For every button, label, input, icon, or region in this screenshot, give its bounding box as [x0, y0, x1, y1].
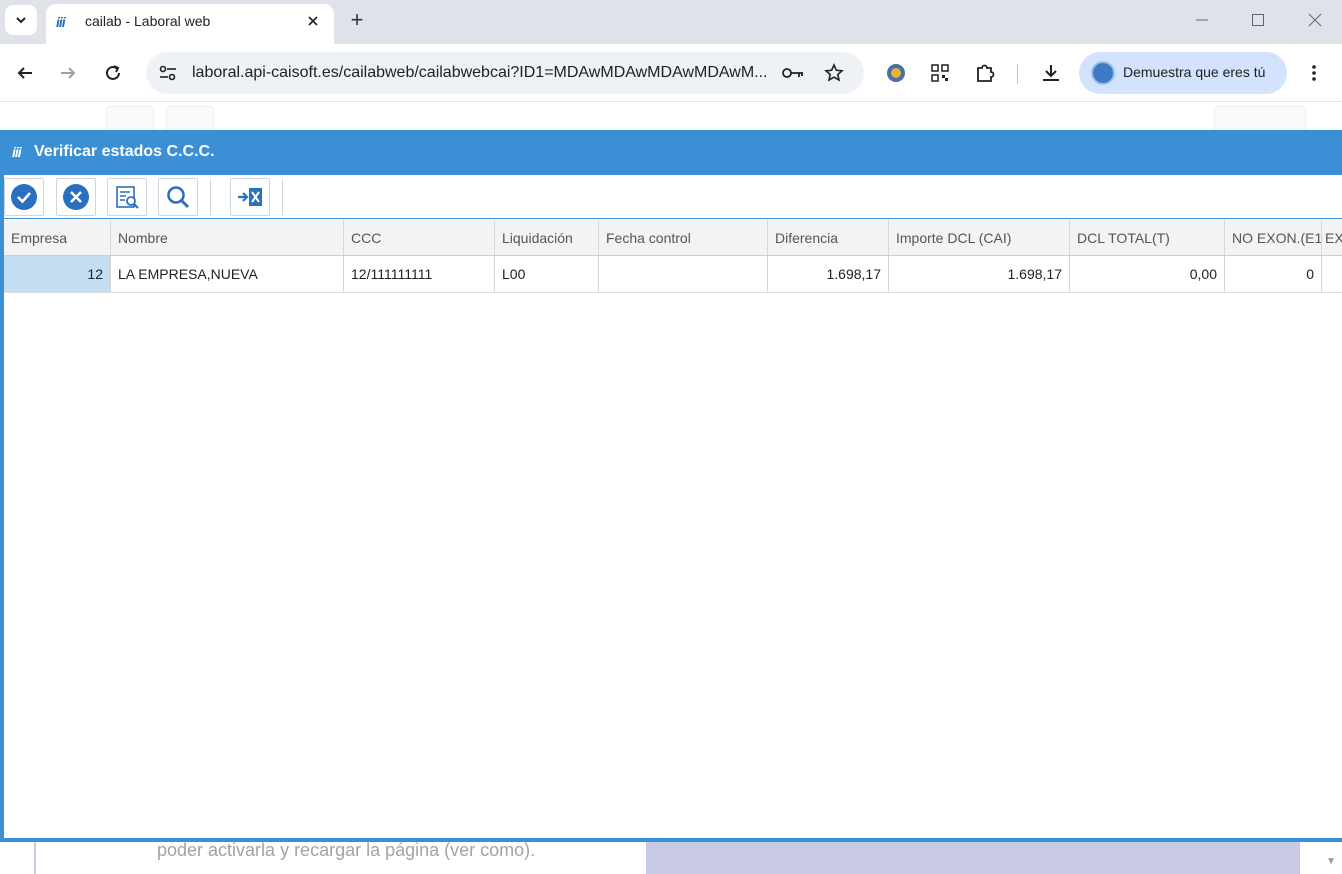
- tab-close-button[interactable]: [304, 12, 322, 30]
- search-icon: [167, 186, 190, 209]
- search-button[interactable]: [158, 178, 198, 216]
- column-header-dcl-total[interactable]: DCL TOTAL(T): [1070, 220, 1225, 255]
- puzzle-icon[interactable]: [973, 61, 997, 85]
- reload-icon: [106, 65, 120, 80]
- cell-fecha-control[interactable]: [599, 256, 768, 292]
- qr-icon[interactable]: [928, 61, 952, 85]
- cell-nombre[interactable]: LA EMPRESA,NUEVA: [111, 256, 344, 292]
- tab-favicon-icon: iii: [56, 14, 66, 30]
- tab-title: cailab - Laboral web: [85, 13, 211, 29]
- dialog-toolbar: [4, 175, 1342, 219]
- grid-header: Empresa Nombre CCC Liquidación Fecha con…: [4, 220, 1342, 256]
- avatar: [1091, 61, 1115, 85]
- dialog-titlebar[interactable]: iii Verificar estados C.C.C.: [0, 130, 1342, 175]
- forward-button[interactable]: [55, 60, 81, 86]
- profile-button[interactable]: Demuestra que eres tú: [1079, 52, 1287, 94]
- background-page-header: [0, 102, 1342, 130]
- window-close-button[interactable]: [1300, 6, 1330, 34]
- minimize-icon: [1196, 19, 1208, 21]
- back-icon: [17, 67, 32, 79]
- column-header-liquidacion[interactable]: Liquidación: [495, 220, 599, 255]
- back-button[interactable]: [12, 60, 38, 86]
- tab-search-button[interactable]: [5, 5, 37, 35]
- reload-button[interactable]: [100, 60, 126, 86]
- dialog-body: Empresa Nombre CCC Liquidación Fecha con…: [4, 175, 1342, 838]
- minimize-button[interactable]: [1187, 6, 1217, 34]
- cell-dcl-total[interactable]: 0,00: [1070, 256, 1225, 292]
- new-tab-button[interactable]: +: [345, 7, 369, 32]
- export-excel-icon: [238, 188, 262, 206]
- chevron-down-icon: [16, 17, 26, 24]
- address-bar[interactable]: laboral.api-caisoft.es/cailabweb/cailabw…: [146, 52, 864, 94]
- toolbar-separator: [210, 179, 211, 215]
- url-text: laboral.api-caisoft.es/cailabweb/cailabw…: [192, 64, 767, 81]
- export-excel-button[interactable]: [230, 178, 270, 216]
- background-megaphone-icon: [166, 106, 214, 130]
- maximize-icon: [1252, 14, 1264, 26]
- browser-menu-button[interactable]: [1302, 60, 1326, 86]
- verify-ccc-dialog: iii Verificar estados C.C.C. Empresa Nom…: [0, 130, 1342, 842]
- background-page-footer: poder activarla y recargar la página (ve…: [0, 842, 1342, 874]
- browser-tab[interactable]: iii cailab - Laboral web: [46, 4, 334, 44]
- cancel-button[interactable]: [56, 178, 96, 216]
- ccc-grid: Empresa Nombre CCC Liquidación Fecha con…: [4, 220, 1342, 293]
- column-header-ex[interactable]: EX: [1322, 220, 1342, 255]
- column-header-empresa[interactable]: Empresa: [4, 220, 111, 255]
- accept-icon: [11, 184, 37, 210]
- cancel-icon: [63, 184, 89, 210]
- profile-label: Demuestra que eres tú: [1123, 64, 1266, 80]
- app-logo-icon: iii: [12, 144, 22, 160]
- cell-importe-dcl[interactable]: 1.698,17: [889, 256, 1070, 292]
- bookmark-star-icon[interactable]: [823, 62, 845, 84]
- password-key-icon[interactable]: [782, 62, 804, 84]
- column-header-diferencia[interactable]: Diferencia: [768, 220, 889, 255]
- download-icon[interactable]: [1039, 61, 1063, 85]
- cell-no-exon[interactable]: 0: [1225, 256, 1322, 292]
- toolbar-divider: [1017, 64, 1018, 84]
- background-footer-panel-right: [646, 842, 1300, 874]
- toolbar-separator: [282, 179, 283, 215]
- close-icon: [1308, 13, 1322, 27]
- menu-icon: [1312, 65, 1316, 81]
- background-footer-text: poder activarla y recargar la página (ve…: [157, 842, 536, 860]
- column-header-ccc[interactable]: CCC: [344, 220, 495, 255]
- background-app-icon: [106, 106, 154, 130]
- table-row[interactable]: 12 LA EMPRESA,NUEVA 12/111111111 L00 1.6…: [4, 256, 1342, 293]
- cell-ccc[interactable]: 12/111111111: [344, 256, 495, 292]
- browser-tabstrip: iii cailab - Laboral web +: [0, 0, 1342, 44]
- forward-icon: [61, 67, 76, 79]
- cell-diferencia[interactable]: 1.698,17: [768, 256, 889, 292]
- column-header-nombre[interactable]: Nombre: [111, 220, 344, 255]
- scroll-down-arrow-icon[interactable]: ▼: [1326, 856, 1336, 867]
- cell-liquidacion[interactable]: L00: [495, 256, 599, 292]
- cell-empresa[interactable]: 12: [4, 256, 111, 292]
- column-header-no-exon[interactable]: NO EXON.(E1): [1225, 220, 1322, 255]
- preview-button[interactable]: [107, 178, 147, 216]
- column-header-importe-dcl[interactable]: Importe DCL (CAI): [889, 220, 1070, 255]
- cell-ex[interactable]: [1322, 256, 1342, 292]
- column-header-fecha-control[interactable]: Fecha control: [599, 220, 768, 255]
- browser-toolbar: laboral.api-caisoft.es/cailabweb/cailabw…: [0, 44, 1342, 102]
- close-icon: [308, 16, 318, 26]
- accept-button[interactable]: [4, 178, 44, 216]
- maximize-button[interactable]: [1243, 6, 1273, 34]
- preview-icon: [116, 186, 139, 209]
- extension-icon[interactable]: [884, 61, 908, 85]
- background-logo: [1214, 106, 1306, 130]
- dialog-title: Verificar estados C.C.C.: [34, 143, 215, 160]
- site-info-icon[interactable]: [158, 64, 178, 82]
